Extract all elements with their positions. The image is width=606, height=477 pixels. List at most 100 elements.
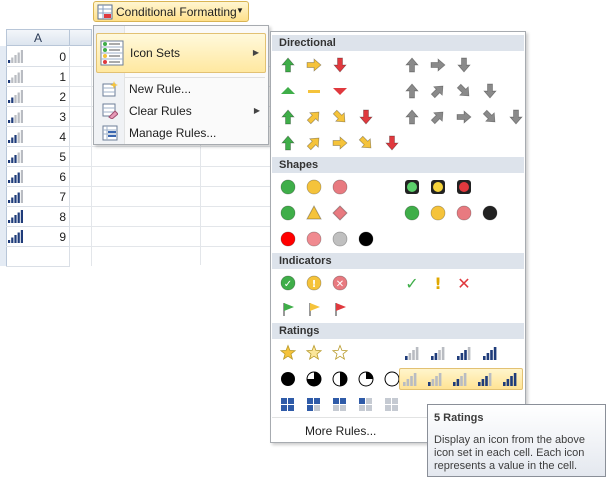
icon-set-5-arrows-gray[interactable] bbox=[399, 106, 529, 128]
submenu-arrow-icon: ▶ bbox=[253, 106, 260, 115]
table-row[interactable]: 9 bbox=[6, 227, 70, 247]
svg-text:✓: ✓ bbox=[405, 274, 418, 293]
manage-rules-icon bbox=[102, 125, 118, 141]
svg-text:!: ! bbox=[312, 279, 317, 290]
table-row[interactable]: 8 bbox=[6, 207, 70, 227]
4-arrows-gray-icon bbox=[405, 83, 497, 99]
tooltip-body: Display an icon from the above icon set … bbox=[434, 434, 586, 472]
3-symbols-circled-icon: ✓! ✕ bbox=[280, 275, 348, 291]
cell-value: 0 bbox=[59, 50, 66, 64]
5-arrows-colored-icon bbox=[281, 135, 399, 151]
tooltip: 5 Ratings Display an icon from the above… bbox=[427, 404, 606, 477]
icon-set-3-arrows-gray[interactable] bbox=[399, 54, 477, 76]
more-rules-link[interactable]: More Rules... bbox=[305, 424, 376, 438]
icon-set-3-stars[interactable] bbox=[275, 342, 353, 364]
cell-value: 8 bbox=[59, 210, 66, 224]
chevron-down-icon: ▼ bbox=[236, 6, 244, 15]
column-header-b[interactable] bbox=[70, 29, 92, 46]
5-boxes-icon bbox=[281, 398, 398, 411]
icon-set-5-quarters[interactable] bbox=[275, 368, 405, 390]
menu-item-manage-rules[interactable]: Manage Rules... bbox=[96, 123, 266, 143]
table-row[interactable]: 1 bbox=[6, 67, 70, 87]
menu-item-new-rule[interactable]: New Rule... bbox=[96, 79, 266, 99]
rating-bars-icon bbox=[8, 170, 24, 183]
icon-set-5-arrows-colored[interactable] bbox=[275, 132, 405, 154]
cell-value: 1 bbox=[59, 70, 66, 84]
3-symbols-uncircled-icon: ✓! ✕ bbox=[405, 274, 470, 293]
icon-set-4-arrows-colored[interactable] bbox=[275, 106, 379, 128]
icon-set-3-arrows-colored[interactable] bbox=[275, 54, 353, 76]
rating-bars-icon bbox=[8, 230, 24, 243]
3-traffic-lights-rimmed-icon bbox=[405, 180, 471, 194]
icon-set-3-flags[interactable] bbox=[275, 298, 353, 320]
empty-cell-row[interactable] bbox=[70, 147, 270, 167]
empty-cell-row[interactable] bbox=[70, 207, 270, 227]
menu-item-clear-rules[interactable]: Clear Rules ▶ bbox=[96, 101, 266, 121]
3-arrows-colored-icon bbox=[281, 57, 347, 73]
3-triangles-icon bbox=[281, 87, 347, 95]
3-flags-icon bbox=[283, 303, 346, 316]
icon-set-3-triangles[interactable] bbox=[275, 80, 353, 102]
cell-value: 3 bbox=[59, 110, 66, 124]
5-arrows-gray-icon bbox=[405, 109, 523, 125]
table-row[interactable]: 0 bbox=[6, 47, 70, 67]
menu-item-label: New Rule... bbox=[129, 82, 192, 96]
icon-set-4-traffic-lights[interactable] bbox=[399, 202, 503, 224]
rating-bars-icon bbox=[8, 210, 24, 223]
table-row[interactable]: 6 bbox=[6, 167, 70, 187]
3-traffic-lights-unrimmed-icon bbox=[280, 179, 348, 195]
icon-set-3-symbols-circled[interactable]: ✓! ✕ bbox=[275, 272, 353, 294]
cell-value: 2 bbox=[59, 90, 66, 104]
table-row[interactable]: 3 bbox=[6, 107, 70, 127]
4-arrows-colored-icon bbox=[281, 109, 373, 125]
svg-text:✓: ✓ bbox=[284, 279, 292, 290]
icon-set-3-traffic-lights-rimmed[interactable] bbox=[399, 176, 477, 198]
icon-set-5-ratings[interactable] bbox=[399, 368, 523, 390]
svg-text:✕: ✕ bbox=[336, 279, 344, 290]
table-row[interactable]: 7 bbox=[6, 187, 70, 207]
icon-set-5-boxes[interactable] bbox=[275, 394, 405, 416]
3-signs-icon bbox=[280, 204, 348, 221]
icon-sets-icon bbox=[100, 40, 124, 66]
table-row[interactable] bbox=[6, 247, 70, 267]
empty-cell-row[interactable] bbox=[70, 227, 270, 247]
menu-item-label: Icon Sets bbox=[130, 46, 181, 60]
red-to-black-icon bbox=[280, 231, 374, 247]
table-row[interactable]: 2 bbox=[6, 87, 70, 107]
icon-set-3-signs[interactable] bbox=[275, 202, 353, 224]
menu-item-label: Clear Rules bbox=[129, 104, 192, 118]
cell-value: 5 bbox=[59, 150, 66, 164]
rating-bars-icon bbox=[8, 90, 24, 103]
5-ratings-icon bbox=[403, 373, 517, 386]
3-arrows-gray-icon bbox=[405, 57, 471, 73]
submenu-arrow-icon: ▶ bbox=[252, 48, 259, 57]
table-row[interactable]: 4 bbox=[6, 127, 70, 147]
icon-set-4-ratings[interactable] bbox=[399, 342, 503, 364]
tooltip-title: 5 Ratings bbox=[434, 412, 484, 424]
4-ratings-icon bbox=[405, 347, 497, 360]
menu-item-icon-sets[interactable]: Icon Sets ▶ bbox=[96, 33, 266, 73]
column-header-a[interactable]: A bbox=[6, 29, 70, 46]
conditional-formatting-icon bbox=[97, 4, 113, 20]
icon-set-3-traffic-lights-unrimmed[interactable] bbox=[275, 176, 353, 198]
rating-bars-icon bbox=[8, 50, 24, 63]
cell-value: 9 bbox=[59, 230, 66, 244]
icon-set-4-arrows-gray[interactable] bbox=[399, 80, 503, 102]
empty-cell-row[interactable] bbox=[70, 187, 270, 207]
icon-sets-gallery: Directional Shapes Indicators Ratings ✓!… bbox=[270, 31, 526, 443]
3-stars-icon bbox=[279, 344, 349, 361]
table-row[interactable]: 5 bbox=[6, 147, 70, 167]
section-header-directional: Directional bbox=[272, 35, 524, 51]
clear-rules-icon bbox=[102, 103, 118, 119]
icon-set-3-symbols-uncircled[interactable]: ✓! ✕ bbox=[399, 272, 477, 294]
cell-value: 6 bbox=[59, 170, 66, 184]
empty-cell-row[interactable] bbox=[70, 167, 270, 187]
rating-bars-icon bbox=[8, 110, 24, 123]
4-traffic-lights-icon bbox=[404, 205, 498, 221]
icon-set-red-to-black[interactable] bbox=[275, 228, 379, 250]
section-header-shapes: Shapes bbox=[272, 157, 524, 173]
5-quarters-icon bbox=[281, 371, 400, 387]
conditional-formatting-button[interactable]: Conditional Formatting ▼ bbox=[93, 1, 249, 22]
svg-text:!: ! bbox=[434, 274, 441, 293]
conditional-formatting-menu: Icon Sets ▶ New Rule... Clear Rules ▶ Ma… bbox=[93, 25, 269, 145]
